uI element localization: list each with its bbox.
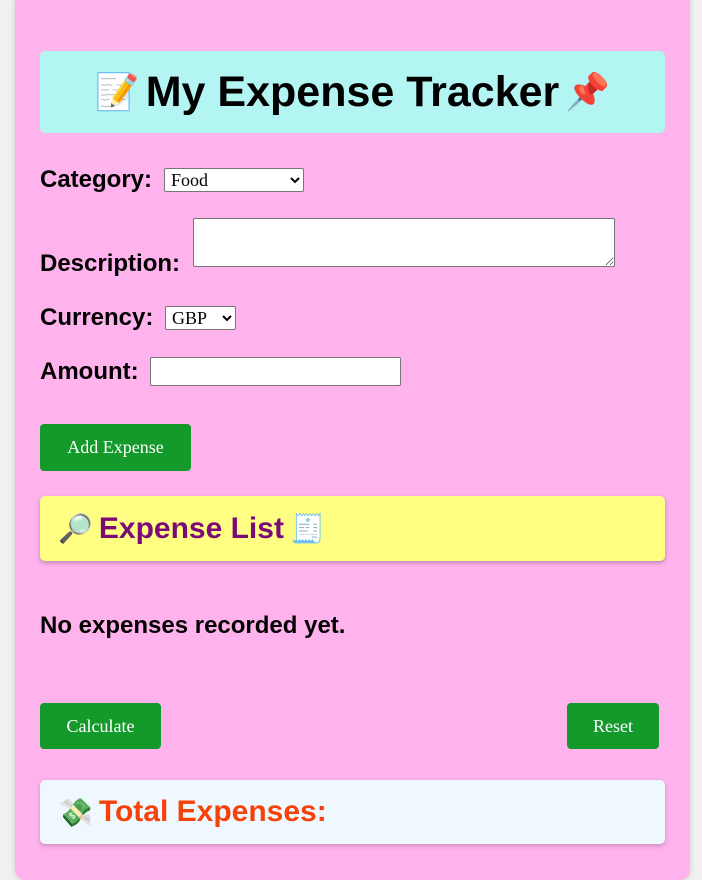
add-expense-button[interactable]: Add Expense	[40, 424, 191, 471]
title-banner: 📝 My Expense Tracker 📌	[40, 51, 665, 133]
category-select[interactable]: Food	[164, 168, 304, 192]
currency-label: Currency:	[40, 304, 154, 331]
receipt-icon: 🧾	[289, 512, 325, 545]
money-icon: 💸	[58, 795, 93, 829]
reset-button[interactable]: Reset	[567, 703, 659, 749]
total-expenses-panel: 💸 Total Expenses:	[40, 780, 665, 844]
memo-icon: 📝	[94, 72, 140, 113]
description-field[interactable]	[193, 218, 615, 267]
calculate-button[interactable]: Calculate	[40, 703, 161, 749]
amount-input[interactable]	[150, 357, 401, 386]
total-expenses-label: Total Expenses:	[98, 795, 327, 828]
page-title: My Expense Tracker	[145, 67, 560, 116]
amount-label: Amount:	[40, 358, 139, 385]
expense-list-header: 🔎 Expense List 🧾	[40, 496, 665, 561]
category-label: Category:	[40, 166, 153, 193]
description-label: Description:	[40, 250, 181, 277]
empty-list-message: No expenses recorded yet.	[40, 612, 346, 639]
magnifier-icon: 🔎	[58, 512, 93, 545]
currency-select[interactable]: GBP	[165, 306, 236, 330]
expense-list-title: Expense List	[98, 511, 284, 545]
pushpin-icon: 📌	[565, 72, 611, 113]
